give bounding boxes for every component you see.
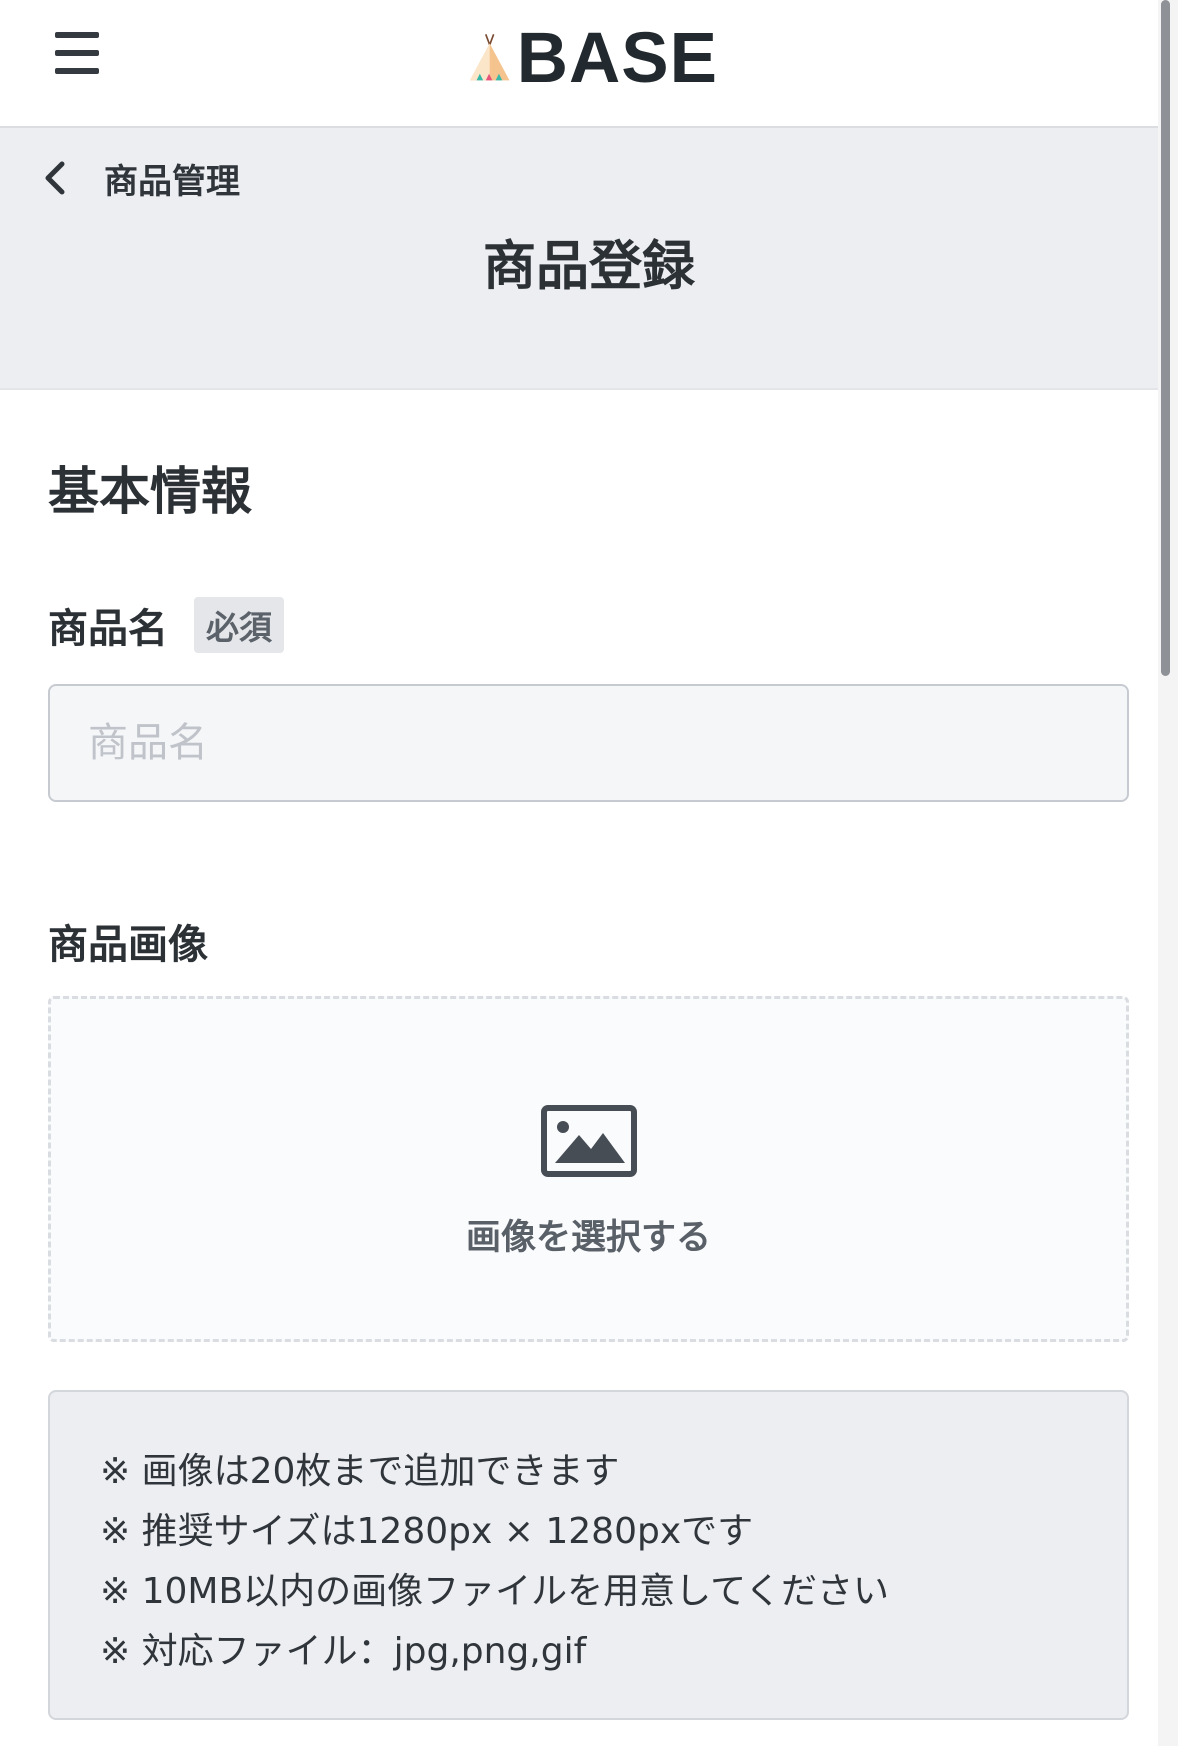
product-name-label: 商品名	[48, 606, 168, 652]
logo-text: BASE	[516, 18, 718, 98]
note-item: ※ 10MB以内の画像ファイルを用意してください	[100, 1571, 890, 1612]
note-item: ※ 対応ファイル：jpg,png,gif	[100, 1631, 587, 1672]
page-header: 商品管理 商品登録	[0, 128, 1158, 390]
back-link-product-management[interactable]: 商品管理	[44, 150, 240, 206]
page-title: 商品登録	[483, 236, 695, 297]
app-screen: BASE 商品管理 商品登録 基本情報 商品名 必須 商品画像 画像を選択する …	[0, 0, 1158, 1746]
product-name-input[interactable]	[48, 684, 1129, 802]
image-icon	[541, 1105, 637, 1177]
back-link-label: 商品管理	[104, 161, 240, 202]
base-logo[interactable]: BASE	[468, 18, 718, 98]
note-item: ※ 推奨サイズは1280px × 1280pxです	[100, 1511, 754, 1552]
chevron-left-icon	[45, 161, 65, 195]
product-image-label: 商品画像	[48, 922, 208, 968]
hamburger-menu-icon[interactable]	[52, 28, 102, 78]
required-badge: 必須	[194, 597, 284, 653]
scrollbar-thumb[interactable]	[1161, 0, 1170, 676]
scrollbar[interactable]	[1158, 0, 1178, 1746]
tent-icon	[469, 34, 510, 81]
select-image-label: 画像を選択する	[465, 1218, 711, 1258]
top-header: BASE	[0, 0, 1158, 128]
product-name-label-row: 商品名 必須	[48, 596, 284, 654]
note-item: ※ 画像は20枚まで追加できます	[100, 1451, 620, 1492]
image-notes: ※ 画像は20枚まで追加できます ※ 推奨サイズは1280px × 1280px…	[48, 1390, 1129, 1720]
section-title-basic-info: 基本情報	[48, 463, 253, 522]
image-upload-dropzone[interactable]: 画像を選択する	[48, 996, 1129, 1342]
